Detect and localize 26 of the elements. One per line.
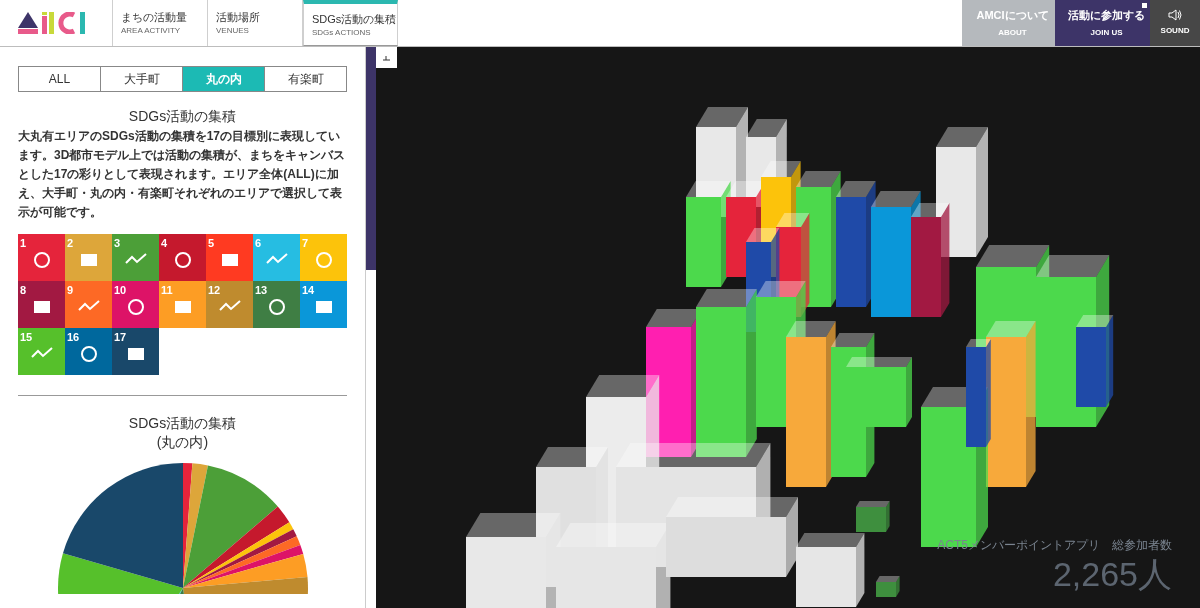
sdg-tile[interactable]: 13 — [253, 281, 300, 328]
sdg-tile[interactable]: 8 — [18, 281, 65, 328]
sound-button[interactable]: SOUND — [1150, 0, 1200, 46]
nav-tab[interactable]: まちの活動量 AREA ACTIVITY — [113, 0, 208, 46]
chart-title: SDGs活動の集積 — [128, 414, 237, 433]
sdg-tile[interactable]: 12 — [206, 281, 253, 328]
sdg-tile[interactable]: 1 — [18, 234, 65, 281]
header-button[interactable]: 活動に参加する JOIN US — [1055, 0, 1150, 46]
sdg-tile[interactable]: 4 — [159, 234, 206, 281]
square-icon — [1142, 3, 1147, 8]
nav-tab[interactable]: 活動場所 VENUES — [208, 0, 303, 46]
scrollbar-thumb[interactable] — [366, 47, 376, 270]
collapse-icon — [382, 54, 391, 61]
description-text: 大丸有エリアのSDGs活動の集積を17の目標別に表現しています。3D都市モデル上では活動の集積が、まちをキャンバスとした17の彩りとして表現されます。エリア全体(ALL)に加え、大手町・丸の内・有楽町それぞれのエリアで選択して表示が可能です。 — [18, 128, 347, 221]
speaker-icon — [1168, 9, 1182, 21]
chart-subtitle: (丸の内) — [156, 433, 209, 452]
sdg-tile[interactable]: 16 — [65, 328, 112, 375]
sdg-tile[interactable]: 17 — [112, 328, 159, 375]
section-title: SDGs活動の集積 — [127, 107, 238, 126]
sdg-tile[interactable]: 9 — [65, 281, 112, 328]
collapse-button[interactable] — [376, 47, 397, 68]
participants-count: 2,265人 — [1052, 554, 1172, 594]
sdg-tile[interactable]: 5 — [206, 234, 253, 281]
sdg-tile[interactable]: 10 — [112, 281, 159, 328]
sdg-tile[interactable]: 3 — [112, 234, 159, 281]
sdg-tile[interactable]: 14 — [300, 281, 347, 328]
